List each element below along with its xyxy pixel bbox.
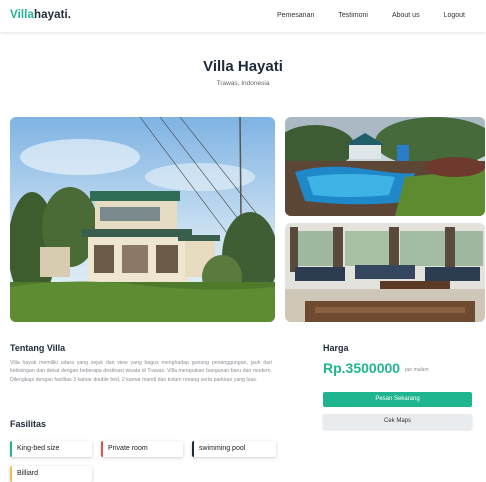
price-title: Harga xyxy=(323,343,349,353)
brand-logo[interactable]: Villahayati. xyxy=(10,9,71,21)
pool-photo[interactable] xyxy=(285,117,485,216)
facilities-title: Fasilitas xyxy=(10,419,47,429)
facility-billiard: Billiard xyxy=(10,466,92,482)
price-value: Rp.3500000 xyxy=(323,360,401,376)
nav-links: Pemesanan Testimoni About us Logout xyxy=(253,12,465,19)
brand-part1: Villa xyxy=(10,9,34,21)
nav-link-logout[interactable]: Logout xyxy=(444,12,465,19)
villa-exterior-photo[interactable] xyxy=(10,117,275,322)
check-maps-button[interactable]: Cek Maps xyxy=(323,414,472,429)
brand-part2: hayati. xyxy=(33,9,72,21)
location-subtitle: Trawas, Indonesia xyxy=(216,80,270,87)
price-unit: per malam xyxy=(405,367,429,373)
facility-private-room: Private room xyxy=(101,441,183,457)
book-now-button[interactable]: Pesan Sekarang xyxy=(323,392,472,407)
facility-swimming-pool: swimming pool xyxy=(192,441,276,457)
about-description: Villa hayati memiliki udara yang sejuk d… xyxy=(10,360,272,383)
nav-link-about[interactable]: About us xyxy=(392,12,420,19)
facility-king-bed: King-bed size xyxy=(10,441,92,457)
navbar: Villahayati. Pemesanan Testimoni About u… xyxy=(0,0,486,32)
living-room-photo[interactable] xyxy=(285,223,485,322)
nav-link-pemesanan[interactable]: Pemesanan xyxy=(277,12,314,19)
nav-link-testimoni[interactable]: Testimoni xyxy=(338,12,368,19)
about-title: Tentang Villa xyxy=(10,343,66,353)
page-title: Villa Hayati xyxy=(203,58,283,75)
